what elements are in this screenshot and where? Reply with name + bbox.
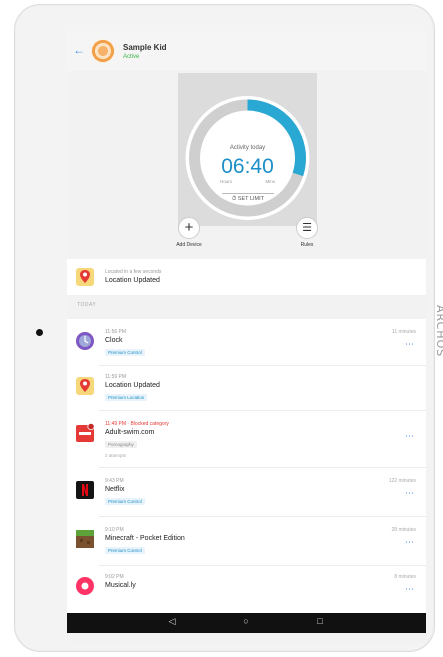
item-title: Adult-swim.com [105, 429, 155, 436]
more-icon[interactable]: ⋯ [405, 538, 414, 547]
activity-dial[interactable]: Activity today 06:40 Hours Mins ⏱ SET LI… [178, 73, 317, 226]
more-icon[interactable]: ⋯ [405, 340, 414, 349]
item-title: Location Updated [105, 382, 160, 389]
navigation-bar: ◁ ○ □ [67, 613, 426, 633]
more-icon[interactable]: ⋯ [405, 489, 414, 498]
home-nav-icon[interactable]: ○ [236, 616, 256, 626]
activity-label: Activity today [229, 145, 266, 151]
item-duration: 122 minutes [388, 478, 416, 484]
item-tag: Premium Control [105, 547, 145, 554]
musically-app-icon [76, 577, 94, 595]
item-title: Netflix [105, 486, 125, 493]
activity-list: 11:56 PM Clock Premium Control 11 minute… [67, 319, 426, 613]
list-item[interactable]: 9:10 PM Minecraft - Pocket Edition Premi… [67, 517, 426, 565]
mins-label: Mins [265, 179, 275, 184]
back-arrow-icon[interactable]: ← [73, 43, 85, 57]
brand-label: ARCHOS [434, 305, 443, 358]
item-duration: 28 minutes [391, 527, 416, 533]
minecraft-app-icon [76, 530, 94, 548]
camera-dot [36, 329, 43, 336]
time-units: Hours Mins [220, 179, 275, 184]
item-subtext: 2 attempts [105, 453, 127, 458]
item-tag: Premium Control [105, 498, 145, 505]
timer-icon: ⏱ [231, 196, 237, 202]
list-item[interactable]: 9:02 PM Musical.ly 8 minutes ⋯ [67, 566, 426, 613]
item-tag: Pornography [105, 441, 137, 448]
item-duration: 8 minutes [394, 574, 416, 580]
item-tag: Premium Location [105, 394, 148, 401]
item-duration: 11 minutes [391, 329, 416, 335]
list-item[interactable]: 11:59 PM Location Updated Premium Locati… [67, 366, 426, 410]
back-nav-icon[interactable]: ◁ [162, 616, 182, 627]
list-item[interactable]: 11:49 PM · Blocked category Adult-swim.c… [67, 411, 426, 467]
kid-status: Active [123, 54, 140, 60]
tablet-frame: ARCHOS ← Sample Kid Active Activity toda… [14, 4, 443, 652]
item-time: 9:43 PM [105, 478, 124, 484]
item-time: 9:10 PM [105, 527, 124, 533]
item-title: Musical.ly [105, 582, 136, 589]
kid-header: ← Sample Kid Active [67, 31, 426, 71]
list-item[interactable]: 11:56 PM Clock Premium Control 11 minute… [67, 319, 426, 365]
location-title: Location Updated [105, 277, 160, 284]
section-label: TODAY [77, 302, 97, 308]
map-pin-icon [76, 377, 94, 395]
blocked-site-icon [76, 423, 95, 442]
kid-name: Sample Kid [123, 43, 167, 52]
location-card[interactable]: Located in a few seconds Location Update… [67, 259, 426, 295]
more-icon[interactable]: ⋯ [405, 432, 414, 441]
netflix-app-icon [76, 481, 94, 499]
more-icon[interactable]: ⋯ [405, 585, 414, 594]
app-screen: ← Sample Kid Active Activity today 06:40… [67, 31, 426, 643]
list-item[interactable]: 9:43 PM Netflix Premium Control 122 minu… [67, 468, 426, 516]
item-time: 11:59 PM [105, 374, 127, 380]
location-time: Located in a few seconds [105, 269, 162, 275]
rules-button[interactable]: ☰ Rules [289, 217, 325, 248]
item-time: 11:49 PM · Blocked category [105, 421, 169, 427]
set-limit-label: SET LIMIT [237, 196, 264, 202]
recents-nav-icon[interactable]: □ [310, 616, 330, 626]
sliders-icon: ☰ [296, 217, 318, 239]
clock-app-icon [76, 332, 94, 350]
activity-time: 06:40 [221, 155, 274, 178]
item-title: Minecraft - Pocket Edition [105, 535, 185, 542]
rules-label: Rules [300, 242, 314, 248]
hours-label: Hours [220, 179, 233, 184]
item-title: Clock [105, 337, 123, 344]
kid-avatar[interactable] [91, 39, 115, 63]
item-tag: Premium Control [105, 349, 145, 356]
plus-icon: + [178, 217, 200, 239]
map-pin-icon [76, 268, 94, 286]
add-device-label: Add Device [176, 242, 202, 248]
set-limit-button[interactable]: ⏱ SET LIMIT [222, 193, 274, 203]
item-time: 11:56 PM [105, 329, 127, 335]
item-time: 9:02 PM [105, 574, 124, 580]
add-device-button[interactable]: + Add Device [171, 217, 207, 248]
